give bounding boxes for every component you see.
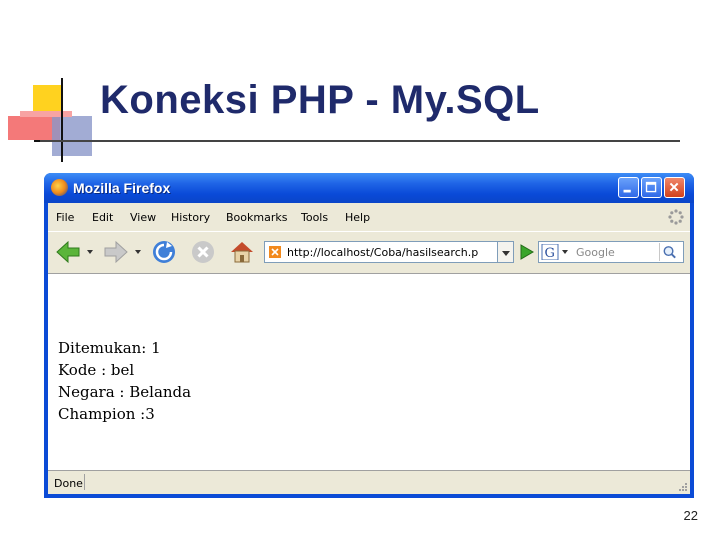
site-icon bbox=[269, 246, 281, 258]
slide-decoration bbox=[8, 78, 98, 162]
url-history-dropdown[interactable] bbox=[498, 241, 514, 263]
maximize-icon bbox=[645, 181, 657, 193]
search-engine-icon[interactable]: G bbox=[541, 244, 571, 260]
result-country: Negara : Belanda bbox=[58, 383, 192, 401]
svg-text:G: G bbox=[545, 246, 555, 260]
throbber-icon bbox=[668, 209, 684, 225]
result-champion: Champion :3 bbox=[58, 405, 155, 423]
window-title: Mozilla Firefox bbox=[73, 180, 171, 196]
menu-edit[interactable]: Edit bbox=[92, 211, 113, 224]
menu-help[interactable]: Help bbox=[345, 211, 370, 224]
result-lines: Ditemukan: 1 Kode : bel Negara : Belanda… bbox=[58, 337, 191, 425]
navigation-toolbar: http://localhost/Coba/hasilsearch.p G Go… bbox=[48, 231, 690, 271]
address-bar[interactable]: http://localhost/Coba/hasilsearch.p bbox=[264, 241, 498, 263]
title-bar[interactable]: Mozilla Firefox bbox=[44, 173, 694, 203]
chevron-down-icon bbox=[502, 251, 510, 256]
browser-window: Mozilla Firefox File Edit View History B… bbox=[44, 173, 694, 498]
search-icon[interactable] bbox=[659, 243, 679, 261]
resize-grip-icon[interactable] bbox=[676, 480, 688, 492]
minimize-icon bbox=[623, 189, 631, 193]
forward-icon[interactable] bbox=[102, 238, 130, 266]
go-icon[interactable] bbox=[516, 242, 536, 262]
close-button[interactable] bbox=[664, 177, 685, 198]
menu-tools[interactable]: Tools bbox=[301, 211, 328, 224]
menu-view[interactable]: View bbox=[130, 211, 156, 224]
maximize-button[interactable] bbox=[641, 177, 662, 198]
window-client: File Edit View History Bookmarks Tools H… bbox=[48, 203, 690, 494]
url-text: http://localhost/Coba/hasilsearch.p bbox=[287, 246, 479, 259]
home-icon[interactable] bbox=[228, 238, 256, 266]
title-divider bbox=[40, 140, 680, 142]
reload-icon[interactable] bbox=[150, 238, 178, 266]
minimize-button[interactable] bbox=[618, 177, 639, 198]
firefox-icon bbox=[51, 179, 68, 196]
forward-dropdown-icon[interactable] bbox=[135, 250, 141, 254]
menu-bar: File Edit View History Bookmarks Tools H… bbox=[48, 203, 690, 231]
back-icon[interactable] bbox=[54, 238, 82, 266]
result-found: Ditemukan: 1 bbox=[58, 339, 161, 357]
close-icon bbox=[669, 182, 679, 192]
page-number: 22 bbox=[683, 508, 698, 523]
status-text: Done bbox=[54, 477, 83, 490]
menu-bookmarks[interactable]: Bookmarks bbox=[226, 211, 287, 224]
search-bar[interactable]: G Google bbox=[538, 241, 684, 263]
back-dropdown-icon[interactable] bbox=[87, 250, 93, 254]
search-placeholder: Google bbox=[576, 246, 615, 259]
status-bar: Done bbox=[48, 470, 690, 494]
slide-title: Koneksi PHP - My.SQL bbox=[100, 78, 540, 122]
status-divider bbox=[84, 474, 85, 490]
page-content: Ditemukan: 1 Kode : bel Negara : Belanda… bbox=[48, 273, 690, 470]
menu-file[interactable]: File bbox=[56, 211, 74, 224]
result-code: Kode : bel bbox=[58, 361, 135, 379]
menu-history[interactable]: History bbox=[171, 211, 210, 224]
stop-icon[interactable] bbox=[189, 238, 217, 266]
